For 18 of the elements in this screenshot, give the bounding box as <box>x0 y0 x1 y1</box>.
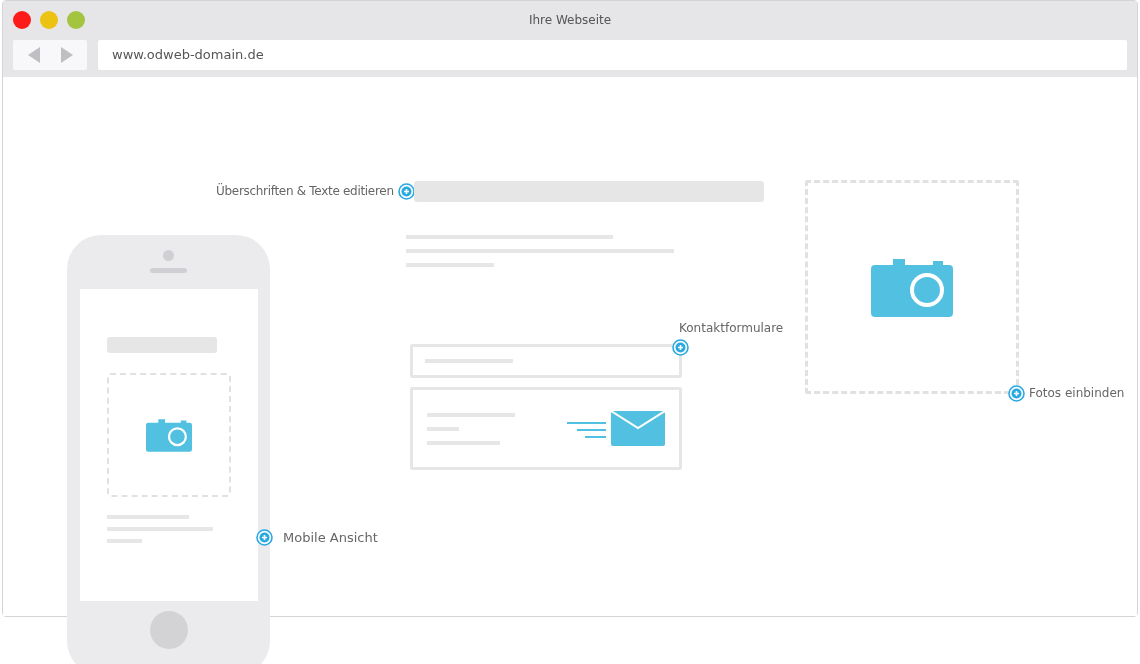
plus-circle-icon <box>1008 384 1025 402</box>
close-window-button[interactable] <box>13 11 31 29</box>
callout-label: Fotos einbinden <box>1029 385 1125 402</box>
maximize-window-button[interactable] <box>67 11 85 29</box>
callout-label: Überschriften & Texte editieren <box>216 182 394 200</box>
callout-label: Kontaktformulare <box>679 320 784 337</box>
back-arrow-icon[interactable] <box>27 47 40 63</box>
camera-icon <box>145 418 192 452</box>
camera-icon <box>871 257 953 317</box>
window-title: Ihre Webseite <box>528 12 612 29</box>
minimize-window-button[interactable] <box>40 11 58 29</box>
callout-label: Mobile Ansicht <box>283 529 378 547</box>
forward-arrow-icon[interactable] <box>60 47 73 63</box>
text-line-placeholder <box>427 426 459 431</box>
envelope-icon <box>567 410 665 447</box>
phone-speaker <box>150 268 187 273</box>
plus-circle-icon <box>672 339 689 356</box>
address-field[interactable]: www.odweb-domain.de <box>98 40 1127 70</box>
